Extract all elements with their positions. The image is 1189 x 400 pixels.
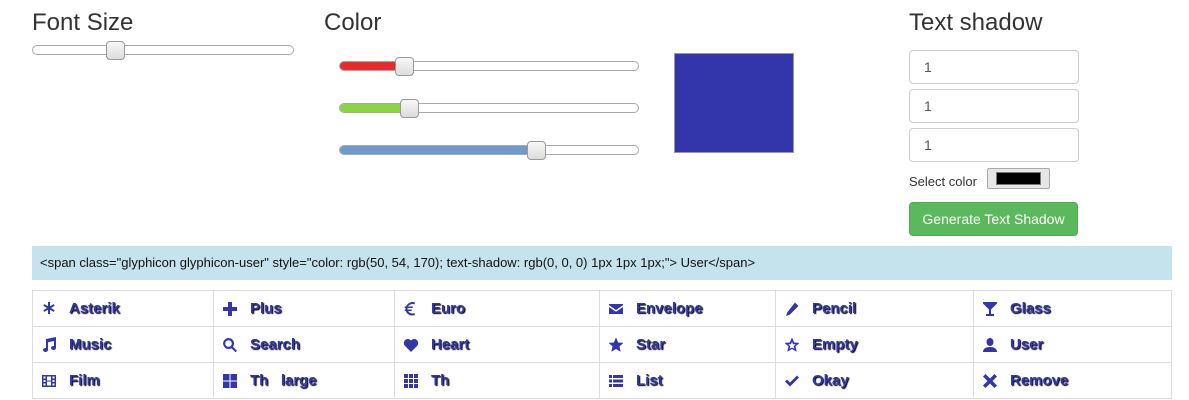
euro-icon xyxy=(403,301,419,317)
icon-grid-cell[interactable]: Remove xyxy=(973,362,1172,399)
plus-icon xyxy=(222,301,238,317)
film-icon xyxy=(41,373,57,389)
font-size-slider-thumb[interactable] xyxy=(106,41,125,60)
icon-grid-label: Music xyxy=(69,336,112,353)
select-color-label: Select color xyxy=(909,174,977,189)
envelope-icon xyxy=(608,301,624,317)
generate-text-shadow-button[interactable]: Generate Text Shadow xyxy=(909,202,1078,236)
icon-grid-cell-content: Heart xyxy=(403,336,599,353)
green-slider-thumb[interactable] xyxy=(400,99,419,118)
icon-grid-cell[interactable]: Film xyxy=(32,362,214,399)
color-preview-swatch xyxy=(674,53,794,153)
ok-icon xyxy=(784,373,800,389)
icon-grid-cell-content: Asterik xyxy=(41,300,213,317)
icon-grid-cell[interactable]: Heart xyxy=(394,326,600,363)
shadow-color-picker[interactable] xyxy=(987,168,1050,189)
icon-grid-label: Star xyxy=(636,336,666,353)
icon-grid-cell[interactable]: Empty xyxy=(775,326,974,363)
icon-grid-cell[interactable]: Music xyxy=(32,326,214,363)
icon-grid-label: Glass xyxy=(1010,300,1051,317)
icon-grid: Asterik Plus Euro Envelope Pencil Glass Music S… xyxy=(32,290,1172,399)
icon-grid-cell[interactable]: Euro xyxy=(394,290,600,327)
color-title: Color xyxy=(324,9,382,36)
star-empty-icon xyxy=(784,337,800,353)
icon-grid-cell[interactable]: Glass xyxy=(973,290,1172,327)
text-shadow-title: Text shadow xyxy=(909,9,1043,36)
remove-icon xyxy=(982,373,998,389)
icon-grid-cell-content: Glass xyxy=(982,300,1171,317)
icon-grid-label: User xyxy=(1010,336,1044,353)
heart-icon xyxy=(403,337,419,353)
icon-grid-cell-content: Star xyxy=(608,336,775,353)
icon-grid-cell-content: Music xyxy=(41,336,213,353)
icon-grid-cell[interactable]: List xyxy=(599,362,776,399)
icon-grid-label: Pencil xyxy=(812,300,857,317)
code-output: <span class="glyphicon glyphicon-user" s… xyxy=(32,246,1172,280)
icon-grid-cell-content: Okay xyxy=(784,372,973,389)
red-slider-thumb[interactable] xyxy=(395,57,414,76)
blue-slider[interactable] xyxy=(339,141,639,160)
icon-grid-label: List xyxy=(636,372,663,389)
shadow-x-input[interactable] xyxy=(909,50,1079,84)
icon-grid-cell[interactable]: Okay xyxy=(775,362,974,399)
pencil-icon xyxy=(784,301,800,317)
icon-grid-cell-content: Th xyxy=(403,372,599,389)
th-icon xyxy=(403,373,419,389)
red-slider[interactable] xyxy=(339,57,639,76)
icon-grid-label: Th xyxy=(431,372,450,389)
icon-grid-label: Plus xyxy=(250,300,282,317)
icon-grid-cell-content: List xyxy=(608,372,775,389)
icon-grid-cell[interactable]: Th large xyxy=(213,362,395,399)
icon-grid-label: Empty xyxy=(812,336,858,353)
icon-grid-label: Euro xyxy=(431,300,466,317)
icon-grid-cell-content: Pencil xyxy=(784,300,973,317)
search-icon xyxy=(222,337,238,353)
icon-grid-label: Envelope xyxy=(636,300,703,317)
asterisk-icon xyxy=(41,301,57,317)
star-icon xyxy=(608,337,624,353)
font-size-title: Font Size xyxy=(32,9,134,36)
icon-grid-label: Th large xyxy=(250,372,317,389)
icon-grid-row: Music Search Heart Star Empty User xyxy=(32,326,1172,363)
icon-grid-cell-content: Euro xyxy=(403,300,599,317)
blue-slider-thumb[interactable] xyxy=(527,141,546,160)
shadow-color-swatch xyxy=(996,172,1041,185)
icon-grid-label: Asterik xyxy=(69,300,120,317)
user-icon xyxy=(982,337,998,353)
icon-grid-cell[interactable]: Pencil xyxy=(775,290,974,327)
icon-grid-row: Film Th large Th List Okay Remove xyxy=(32,362,1172,399)
icon-grid-cell-content: Empty xyxy=(784,336,973,353)
shadow-y-input[interactable] xyxy=(909,89,1079,123)
icon-grid-cell[interactable]: Plus xyxy=(213,290,395,327)
icon-grid-cell-content: Th large xyxy=(222,372,394,389)
music-icon xyxy=(41,336,57,353)
icon-grid-cell-content: Film xyxy=(41,372,213,389)
icon-grid-cell[interactable]: Th xyxy=(394,362,600,399)
icon-grid-cell[interactable]: Envelope xyxy=(599,290,776,327)
shadow-blur-input[interactable] xyxy=(909,128,1079,162)
icon-grid-cell[interactable]: Asterik xyxy=(32,290,214,327)
icon-grid-cell[interactable]: User xyxy=(973,326,1172,363)
icon-grid-cell-content: Plus xyxy=(222,300,394,317)
icon-grid-label: Search xyxy=(250,336,301,353)
list-icon xyxy=(608,373,624,389)
th-large-icon xyxy=(222,373,238,389)
glass-icon xyxy=(982,301,998,317)
icon-grid-row: Asterik Plus Euro Envelope Pencil Glass xyxy=(32,290,1172,327)
blue-slider-fill xyxy=(340,146,537,154)
icon-grid-label: Heart xyxy=(431,336,470,353)
icon-grid-label: Okay xyxy=(812,372,849,389)
icon-grid-cell-content: Remove xyxy=(982,372,1171,389)
icon-grid-cell[interactable]: Star xyxy=(599,326,776,363)
icon-grid-cell-content: Envelope xyxy=(608,300,775,317)
icon-grid-cell-content: Search xyxy=(222,336,394,353)
green-slider[interactable] xyxy=(339,99,639,118)
icon-grid-cell[interactable]: Search xyxy=(213,326,395,363)
icon-grid-cell-content: User xyxy=(982,336,1171,353)
icon-grid-label: Remove xyxy=(1010,372,1069,389)
icon-grid-label: Film xyxy=(69,372,100,389)
font-size-slider[interactable] xyxy=(32,41,294,60)
